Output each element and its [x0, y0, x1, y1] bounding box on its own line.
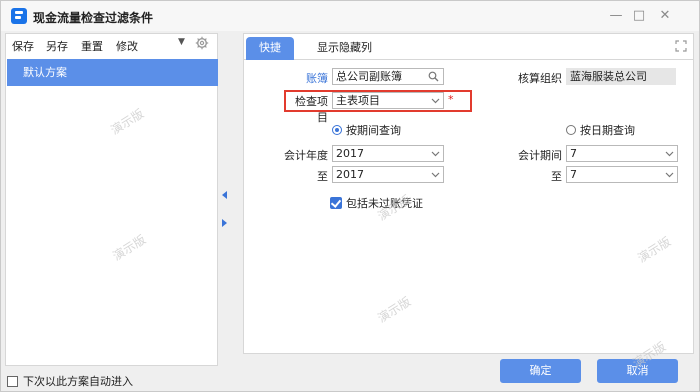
chevron-down-icon[interactable] — [431, 170, 440, 179]
minimize-button[interactable]: — — [606, 7, 626, 25]
radio-by-period-label: 按期间查询 — [346, 124, 401, 137]
year-from-select[interactable]: 2017 — [332, 145, 444, 162]
ledger-label[interactable]: 账簿 — [290, 70, 328, 86]
maximize-button[interactable]: □ — [629, 7, 649, 25]
save-as-button[interactable]: 另存 — [46, 38, 68, 54]
period-to-value: 7 — [570, 168, 577, 181]
org-label: 核算组织 — [518, 72, 562, 85]
checkbox-box[interactable] — [7, 375, 18, 387]
scheme-toolbar: 保存 另存 重置 修改 ▼ — [6, 34, 217, 56]
expand-icon[interactable] — [675, 40, 687, 52]
year-to-value: 2017 — [336, 168, 364, 181]
chevron-down-icon[interactable] — [665, 170, 674, 179]
period-label: 会计期间 — [518, 149, 562, 162]
check-item-label: 检查项目 — [295, 95, 328, 124]
tab-bar: 快捷 显示隐藏列 — [244, 34, 693, 60]
org-value: 蓝海服装总公司 — [570, 70, 647, 83]
modify-button[interactable]: 修改 — [116, 38, 138, 54]
ledger-field[interactable]: 总公司副账簿 — [332, 68, 444, 85]
period-to-select[interactable]: 7 — [566, 166, 678, 183]
year-label: 会计年度 — [284, 149, 328, 162]
period-to-label: 至 — [551, 170, 562, 183]
search-icon[interactable] — [428, 71, 439, 82]
chevron-down-icon[interactable] — [431, 149, 440, 158]
period-from-value: 7 — [570, 147, 577, 160]
radio-checked-icon[interactable] — [332, 125, 342, 135]
year-to-select[interactable]: 2017 — [332, 166, 444, 183]
reset-button[interactable]: 重置 — [81, 38, 103, 54]
window-title: 现金流量检查过滤条件 — [33, 11, 154, 25]
tab-show-hide-columns[interactable]: 显示隐藏列 — [304, 37, 385, 60]
tab-quick[interactable]: 快捷 — [246, 37, 294, 60]
title-bar: 现金流量检查过滤条件 — □ ✕ — [1, 1, 699, 31]
check-item-value: 主表项目 — [336, 94, 380, 107]
auto-enter-checkbox[interactable]: 下次以此方案自动进入 — [7, 373, 133, 389]
ok-button[interactable]: 确定 — [500, 359, 581, 383]
gear-icon[interactable] — [195, 36, 209, 50]
expand-right-icon[interactable] — [222, 219, 227, 227]
ledger-value: 总公司副账簿 — [336, 70, 402, 83]
check-item-select[interactable]: 主表项目 — [332, 92, 444, 109]
year-from-value: 2017 — [336, 147, 364, 160]
auto-enter-label: 下次以此方案自动进入 — [23, 375, 133, 388]
save-button[interactable]: 保存 — [12, 38, 34, 54]
checkbox-checked-icon[interactable] — [330, 197, 342, 209]
org-field: 蓝海服装总公司 — [566, 68, 676, 85]
radio-unchecked-icon[interactable] — [566, 125, 576, 135]
dialog-window: 现金流量检查过滤条件 — □ ✕ 保存 另存 重置 修改 ▼ 默认方案 下次以此… — [0, 0, 700, 392]
filter-panel: 快捷 显示隐藏列 账簿 总公司副账簿 核算组织 蓝海服装总公司 检查项目 主表项… — [243, 33, 694, 354]
close-button[interactable]: ✕ — [655, 7, 675, 25]
scheme-panel: 保存 另存 重置 修改 ▼ 默认方案 — [5, 33, 218, 366]
radio-by-date[interactable]: 按日期查询 — [566, 122, 635, 138]
scheme-item-default[interactable]: 默认方案 — [7, 59, 218, 86]
collapse-left-icon[interactable] — [222, 191, 227, 199]
radio-by-period[interactable]: 按期间查询 — [332, 122, 401, 138]
radio-by-date-label: 按日期查询 — [580, 124, 635, 137]
chevron-down-icon[interactable] — [431, 96, 440, 105]
required-mark: * — [448, 93, 454, 106]
chevron-down-icon[interactable] — [665, 149, 674, 158]
year-to-label: 至 — [317, 170, 328, 183]
app-icon — [11, 8, 27, 24]
period-from-select[interactable]: 7 — [566, 145, 678, 162]
dropdown-arrow-icon[interactable]: ▼ — [178, 37, 185, 47]
